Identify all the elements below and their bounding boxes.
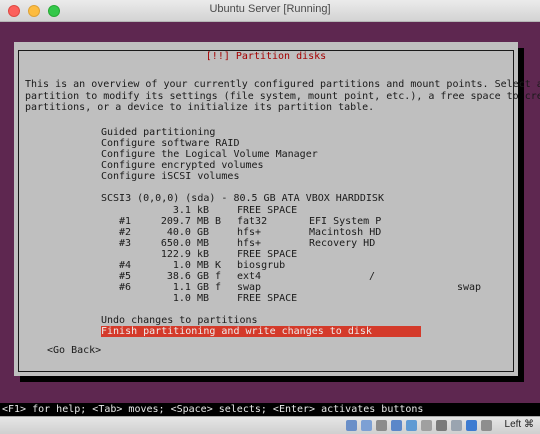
description-line-3: partitions, or a device to initialize it… [25, 102, 375, 113]
undo-changes-option[interactable]: Undo changes to partitions [101, 315, 258, 326]
partition-row[interactable]: #4 1.0 MB Kbiosgrub [119, 260, 499, 271]
partition-num: #1 [119, 216, 132, 227]
partition-mount: swap [457, 282, 482, 293]
hard-disk-icon[interactable] [346, 420, 357, 431]
partition-row[interactable]: 1.0 MB FREE SPACE [119, 293, 499, 304]
partition-mount: / [369, 271, 376, 282]
help-text: <F1> for help; <Tab> moves; <Space> sele… [2, 404, 424, 415]
partition-size: 38.6 GB [166, 271, 209, 282]
option-guided-partitioning[interactable]: Guided partitioning [101, 127, 215, 138]
partition-num: #3 [119, 238, 132, 249]
partition-row[interactable]: 3.1 kB FREE SPACE [119, 205, 499, 216]
vm-console[interactable]: [!!] Partition disks This is an overview… [0, 22, 540, 403]
dialog-title: [!!] Partition disks [201, 51, 331, 62]
partition-flag: B [215, 216, 222, 227]
partition-flag: f [215, 271, 222, 282]
network-icon[interactable] [391, 420, 402, 431]
shared-folders-icon[interactable] [421, 420, 432, 431]
option-iscsi-volumes[interactable]: Configure iSCSI volumes [101, 171, 239, 182]
partition-fs: hfs+ [237, 227, 262, 238]
usb-icon[interactable] [406, 420, 417, 431]
partition-row[interactable]: #1 209.7 MB Bfat32 EFI System P [119, 216, 499, 227]
display-icon[interactable] [436, 420, 447, 431]
audio-icon[interactable] [376, 420, 387, 431]
partition-row[interactable]: #5 38.6 GB f ext4 / [119, 271, 499, 282]
partition-num: #4 [119, 260, 132, 271]
partition-row[interactable]: 122.9 kB FREE SPACE [119, 249, 499, 260]
dialog-frame: [!!] Partition disks This is an overview… [18, 50, 540, 372]
partition-num: #5 [119, 271, 132, 282]
finish-partitioning-option[interactable]: Finish partitioning and write changes to… [101, 326, 421, 337]
disk-entry[interactable]: SCSI3 (0,0,0) (sda) - 80.5 GB ATA VBOX H… [101, 193, 384, 204]
partition-size: 122.9 kB [160, 249, 209, 260]
optical-drive-icon[interactable] [361, 420, 372, 431]
option-software-raid[interactable]: Configure software RAID [101, 138, 239, 149]
mouse-integration-icon[interactable] [466, 420, 477, 431]
partition-fs: swap [237, 282, 262, 293]
partition-flag: K [215, 260, 222, 271]
partition-name: EFI System P [309, 216, 382, 227]
partition-flag: f [215, 282, 222, 293]
partition-fs: fat32 [237, 216, 268, 227]
partition-size: 1.0 MB [172, 260, 209, 271]
option-lvm[interactable]: Configure the Logical Volume Manager [101, 149, 318, 160]
partition-name: Recovery HD [309, 238, 376, 249]
partition-row[interactable]: #2 40.0 GB hfs+ Macintosh HD [119, 227, 499, 238]
partition-size: 1.1 GB [172, 282, 209, 293]
partition-num: #6 [119, 282, 132, 293]
keyboard-icon[interactable] [481, 420, 492, 431]
description-line-2: partition to modify its settings (file s… [25, 90, 540, 102]
go-back-button[interactable]: <Go Back> [47, 345, 101, 356]
partition-size: 650.0 MB [160, 238, 209, 249]
partition-fs: FREE SPACE [237, 205, 298, 216]
partition-fs: ext4 [237, 271, 262, 282]
window-titlebar[interactable]: Ubuntu Server [Running] [0, 0, 540, 22]
partition-name: Macintosh HD [309, 227, 382, 238]
partition-size: 1.0 MB [172, 293, 209, 304]
vm-status-bar: Left ⌘ [0, 416, 540, 434]
help-bar: <F1> for help; <Tab> moves; <Space> sele… [0, 403, 540, 416]
option-encrypted-volumes[interactable]: Configure encrypted volumes [101, 160, 264, 171]
partition-fs: biosgrub [237, 260, 286, 271]
video-capture-icon[interactable] [451, 420, 462, 431]
partition-fs: FREE SPACE [237, 293, 298, 304]
partition-size: 40.0 GB [166, 227, 209, 238]
partition-row[interactable]: #3 650.0 MB hfs+ Recovery HD [119, 238, 499, 249]
partition-size: 209.7 MB [160, 216, 209, 227]
partition-size: 3.1 kB [172, 205, 209, 216]
description-line-1: This is an overview of your currently co… [25, 79, 540, 90]
partition-num: #2 [119, 227, 132, 238]
partition-fs: hfs+ [237, 238, 262, 249]
host-key-label: Left ⌘ [504, 419, 534, 430]
partition-fs: FREE SPACE [237, 249, 298, 260]
window-title: Ubuntu Server [Running] [209, 3, 331, 15]
partition-row[interactable]: #6 1.1 GB f swap swap [119, 282, 499, 293]
partition-dialog: [!!] Partition disks This is an overview… [14, 42, 540, 376]
